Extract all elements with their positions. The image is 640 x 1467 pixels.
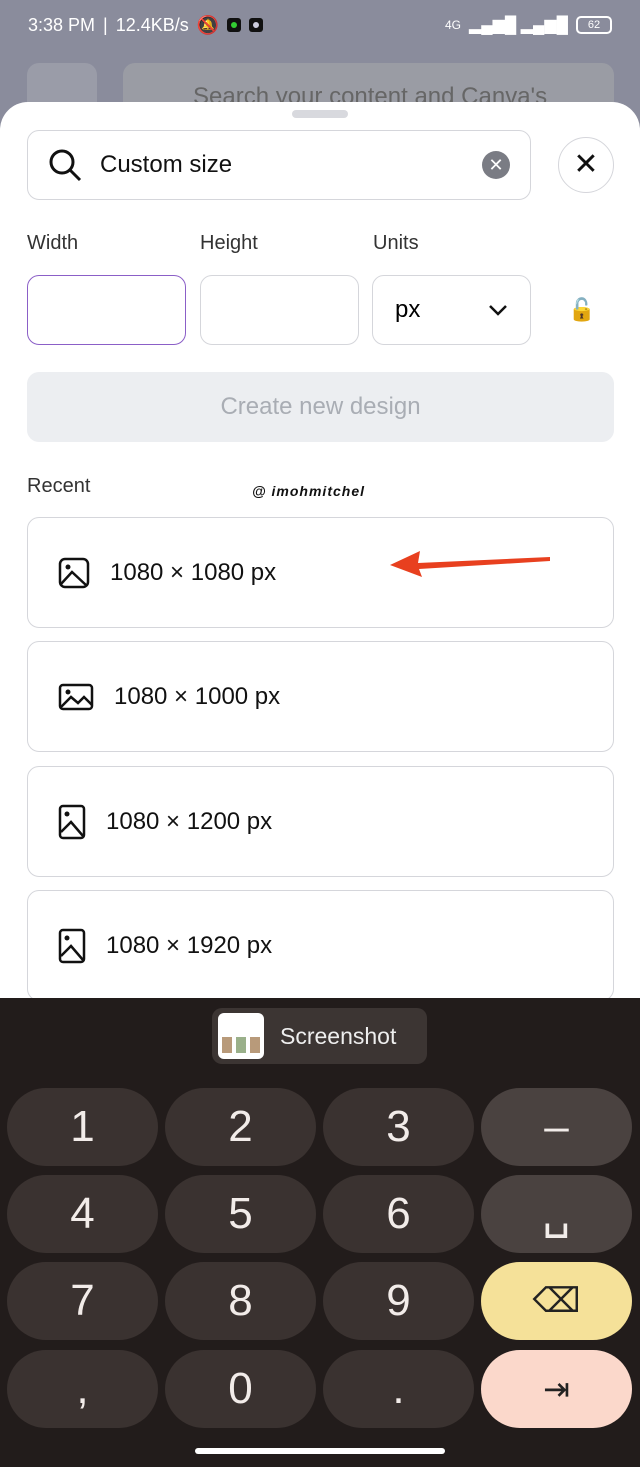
units-select[interactable]: px [372,275,531,345]
annotation-arrow [390,551,550,577]
create-new-design-button[interactable]: Create new design [27,372,614,442]
key-0[interactable]: 0 [165,1350,316,1428]
key-1[interactable]: 1 [7,1088,158,1166]
key-space[interactable]: ␣ [481,1175,632,1253]
battery-icon: 62 [576,16,612,34]
network-type: 4G [444,18,461,32]
height-label: Height [200,232,258,254]
drag-handle[interactable] [292,110,348,118]
width-input[interactable] [27,275,186,345]
key-comma[interactable]: , [7,1350,158,1428]
numeric-keyboard: Screenshot 1 2 3– 4 5 6 ␣ 7 8 9 ⌫, 0. ⇥ [0,998,640,1467]
units-label: Units [373,232,419,254]
key-7[interactable]: 7 [7,1262,158,1340]
search-icon [49,149,82,182]
image-portrait-icon [58,804,86,839]
key-minus[interactable]: – [481,1088,632,1166]
recent-item[interactable]: 1080 × 1920 px [27,890,614,1001]
recent-heading: Recent [27,475,91,497]
bell-off-icon: 🔕 [196,14,220,35]
recent-item-label: 1080 × 1920 px [106,931,273,959]
recent-item-label: 1080 × 1000 px [114,682,281,710]
status-bar: 3:38 PM | 12.4KB/s 🔕 4G ▂▄▆█ ▂▄▆█ 62 [0,0,640,50]
key-5[interactable]: 5 [165,1175,316,1253]
height-input[interactable] [200,275,359,345]
search-input[interactable]: Custom size ✕ [27,130,531,200]
key-period[interactable]: . [323,1350,474,1428]
recent-item-label: 1080 × 1080 px [110,558,277,586]
width-label: Width [27,232,79,254]
app-notification-icon [227,18,242,32]
recent-item[interactable]: 1080 × 1200 px [27,766,614,877]
screenshot-thumbnail [218,1013,264,1059]
clear-icon[interactable]: ✕ [482,151,510,179]
chevron-down-icon [489,305,507,316]
key-backspace[interactable]: ⌫ [481,1262,632,1340]
image-square-icon [58,557,90,588]
units-value: px [395,296,421,323]
lock-icon[interactable]: 🔓 [568,297,595,323]
signal-icon: ▂▄▆█ ▂▄▆█ [468,17,568,34]
recent-item[interactable]: 1080 × 1000 px [27,641,614,752]
key-next[interactable]: ⇥ [481,1350,632,1428]
close-button[interactable]: ✕ [558,137,614,193]
key-9[interactable]: 9 [323,1262,474,1340]
network-speed: 12.4KB/s [115,14,189,35]
suggestion-label: Screenshot [280,1022,397,1049]
key-4[interactable]: 4 [7,1175,158,1253]
recent-item-label: 1080 × 1200 px [106,807,273,835]
key-2[interactable]: 2 [165,1088,316,1166]
key-3[interactable]: 3 [323,1088,474,1166]
clock: 3:38 PM [28,14,96,35]
watermark: @ imohmitchel [252,483,365,499]
image-landscape-icon [58,683,94,710]
key-6[interactable]: 6 [323,1175,474,1253]
image-portrait-icon [58,928,86,963]
app-notification-icon [249,18,264,32]
gesture-bar[interactable] [195,1448,445,1454]
custom-size-sheet: Custom size ✕ ✕ Width Height Units px 🔓 … [0,102,640,1002]
key-8[interactable]: 8 [165,1262,316,1340]
screenshot-suggestion[interactable]: Screenshot [212,1008,427,1064]
search-value: Custom size [100,151,233,178]
